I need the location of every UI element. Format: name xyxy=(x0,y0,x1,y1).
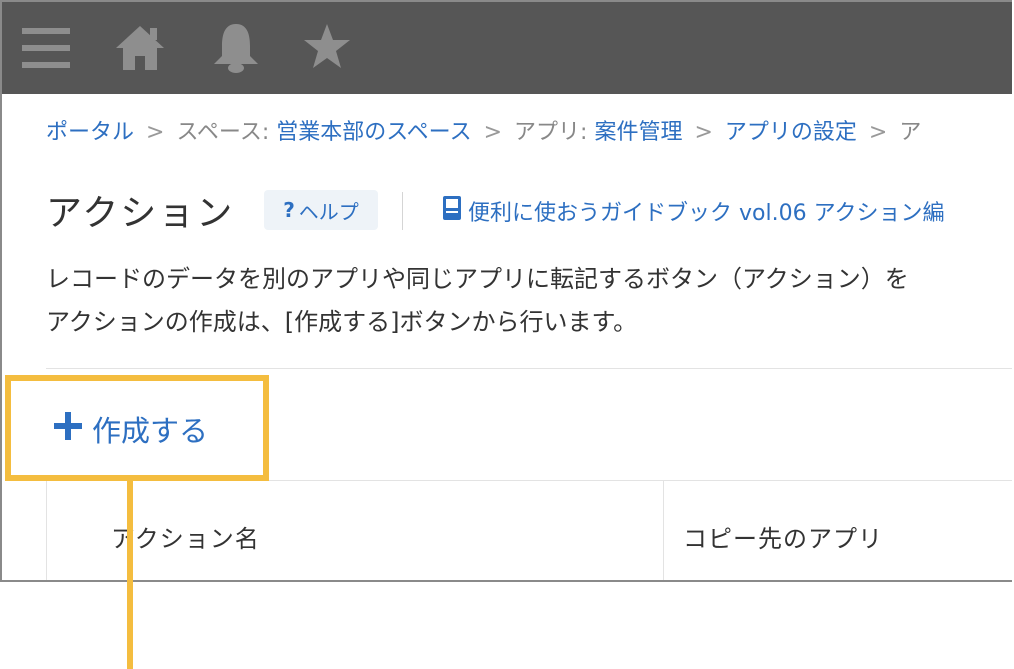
global-header xyxy=(2,2,1012,94)
breadcrumb-separator: > xyxy=(146,120,165,145)
app-window: ポータル > スペース: 営業本部のスペース > アプリ: 案件管理 > アプリの設定 > ア … xyxy=(0,0,1012,582)
column-divider xyxy=(663,481,664,580)
callout-line xyxy=(127,475,133,669)
breadcrumb-app[interactable]: 案件管理 xyxy=(594,120,682,145)
book-icon xyxy=(442,195,462,227)
breadcrumb-portal[interactable]: ポータル xyxy=(46,120,134,145)
breadcrumb: ポータル > スペース: 営業本部のスペース > アプリ: 案件管理 > アプリの設定 > ア xyxy=(46,114,921,146)
bell-icon[interactable] xyxy=(210,20,262,78)
column-header-target-app: コピー先のアプリ xyxy=(683,525,883,553)
guidebook-link-label: 便利に使おうガイドブック vol.06 アクション編 xyxy=(468,201,945,226)
page-title: アクション xyxy=(46,193,235,234)
header-divider xyxy=(402,192,403,230)
help-label: ヘルプ xyxy=(298,199,359,224)
breadcrumb-space-prefix: スペース: xyxy=(176,120,277,145)
breadcrumb-separator: > xyxy=(868,120,888,145)
breadcrumb-app-prefix: アプリ: xyxy=(514,120,595,145)
help-button[interactable]: ? ヘルプ xyxy=(264,190,378,230)
home-icon[interactable] xyxy=(114,22,166,78)
callout-highlight-box xyxy=(5,375,269,481)
description: レコードのデータを別のアプリや同じアプリに転記するボタン（アクション）を アクシ… xyxy=(46,258,909,344)
actions-table-header: アクション名 コピー先のアプリ xyxy=(46,480,1012,580)
section-divider xyxy=(46,368,1012,369)
breadcrumb-separator: > xyxy=(694,120,713,145)
menu-icon[interactable] xyxy=(22,24,70,76)
breadcrumb-app-settings[interactable]: アプリの設定 xyxy=(725,120,857,145)
star-icon[interactable] xyxy=(302,22,352,76)
column-header-action-name: アクション名 xyxy=(111,525,260,553)
guidebook-link[interactable]: 便利に使おうガイドブック vol.06 アクション編 xyxy=(442,195,944,227)
description-line-2: アクションの作成は、[作成する]ボタンから行います。 xyxy=(46,308,638,336)
help-question-icon: ? xyxy=(283,198,295,222)
breadcrumb-separator: > xyxy=(483,120,503,145)
breadcrumb-space[interactable]: 営業本部のスペース xyxy=(276,120,471,145)
breadcrumb-trailing[interactable]: ア xyxy=(899,120,921,145)
description-line-1: レコードのデータを別のアプリや同じアプリに転記するボタン（アクション）を xyxy=(46,265,909,293)
